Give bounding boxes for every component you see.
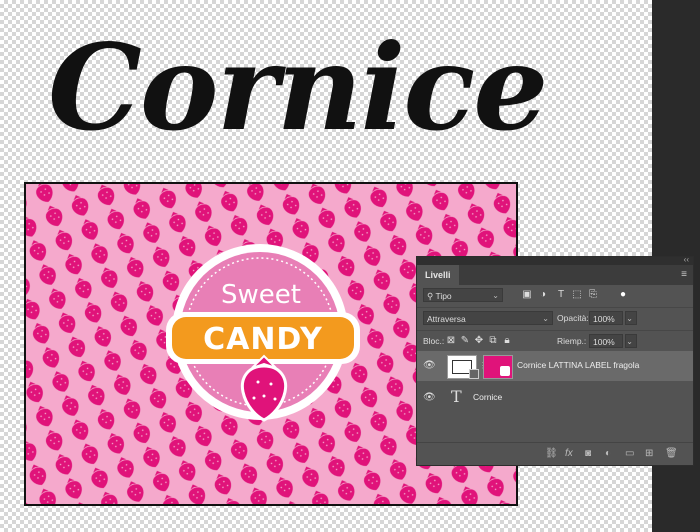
group-folder-icon[interactable]: ▭ bbox=[625, 448, 634, 459]
layers-panel: ‹‹ Livelli ≡ ⚲ Tipo ⌄ ▣ ◑ T ⬚ ⎘ ● Attrave… bbox=[416, 255, 694, 466]
lock-artboard-icon[interactable]: ⧉ bbox=[487, 335, 499, 347]
collapse-icon[interactable]: ‹‹ bbox=[684, 255, 689, 264]
trash-icon[interactable]: 🗑︎ bbox=[665, 448, 678, 459]
filter-kind-value: Tipo bbox=[435, 291, 452, 301]
chevron-down-icon: ⌄ bbox=[492, 291, 499, 300]
opacity-label: Opacità: bbox=[557, 313, 589, 323]
filter-pixel-icon[interactable]: ▣ bbox=[521, 289, 533, 301]
adjustment-layer-icon[interactable]: ◐ bbox=[605, 448, 611, 459]
new-layer-icon[interactable]: ⊞ bbox=[645, 448, 653, 459]
blend-mode-select[interactable]: Attraversa ⌄ bbox=[423, 311, 553, 325]
fill-input[interactable]: 100% bbox=[589, 334, 623, 348]
blend-row: Attraversa ⌄ Opacità: 100% ⌄ bbox=[417, 308, 693, 331]
filter-shape-icon[interactable]: ⬚ bbox=[571, 289, 583, 301]
link-layers-icon[interactable]: ⛓︎ bbox=[545, 448, 558, 459]
filter-smart-object-icon[interactable]: ⎘ bbox=[587, 289, 599, 301]
chevron-down-icon: ⌄ bbox=[626, 337, 633, 346]
chevron-down-icon: ⌄ bbox=[542, 314, 549, 323]
mask-badge bbox=[500, 366, 510, 376]
lock-position-icon[interactable]: ✥ bbox=[473, 335, 485, 347]
sweet-text: Sweet bbox=[221, 280, 301, 310]
panel-tab-bar: Livelli ≡ bbox=[417, 265, 693, 285]
eye-icon[interactable]: 👁︎ bbox=[423, 392, 436, 403]
filter-kind-select[interactable]: ⚲ Tipo ⌄ bbox=[423, 288, 503, 302]
cornice-title-text[interactable]: Cornice bbox=[48, 0, 548, 175]
lock-transparent-icon[interactable]: ⊠ bbox=[445, 335, 457, 347]
layer-row-smart-object[interactable]: 👁︎ ⋮ Cornice LATTINA LABEL fragola bbox=[417, 351, 693, 381]
layers-bottom-toolbar: ⛓︎ fx ◙ ◐ ▭ ⊞ 🗑︎ bbox=[417, 442, 693, 465]
candy-text: CANDY bbox=[203, 322, 323, 357]
opacity-dropdown[interactable]: ⌄ bbox=[625, 311, 637, 325]
blend-mode-value: Attraversa bbox=[427, 314, 466, 324]
lock-all-icon[interactable]: 🔒︎ bbox=[501, 335, 513, 347]
fill-dropdown[interactable]: ⌄ bbox=[625, 334, 637, 348]
lock-image-icon[interactable]: ✎ bbox=[459, 335, 471, 347]
tab-livelli[interactable]: Livelli bbox=[417, 265, 459, 285]
text-layer-icon: T bbox=[451, 387, 462, 406]
filter-row: ⚲ Tipo ⌄ ▣ ◑ T ⬚ ⎘ ● bbox=[417, 285, 693, 308]
filter-toggle-icon[interactable]: ● bbox=[617, 289, 629, 301]
add-mask-icon[interactable]: ◙ bbox=[585, 448, 591, 459]
layer-mask-thumbnail[interactable] bbox=[483, 355, 513, 379]
smart-object-badge-icon bbox=[469, 369, 479, 379]
opacity-input[interactable]: 100% bbox=[589, 311, 623, 325]
filter-adjustment-icon[interactable]: ◑ bbox=[537, 289, 549, 301]
panel-menu-icon[interactable]: ≡ bbox=[681, 269, 687, 280]
filter-type-icon[interactable]: T bbox=[555, 289, 567, 301]
eye-icon[interactable]: 👁︎ bbox=[423, 360, 436, 371]
chevron-down-icon: ⌄ bbox=[626, 314, 633, 323]
layer-name[interactable]: Cornice LATTINA LABEL fragola bbox=[517, 360, 639, 370]
layer-name[interactable]: Cornice bbox=[473, 392, 502, 402]
layer-row-text[interactable]: 👁︎ T Cornice bbox=[417, 383, 693, 413]
fx-icon[interactable]: fx bbox=[565, 448, 573, 459]
panel-title-bar[interactable]: ‹‹ bbox=[417, 255, 693, 265]
lock-label: Bloc.: bbox=[423, 336, 445, 346]
fill-label: Riemp.: bbox=[557, 336, 587, 346]
